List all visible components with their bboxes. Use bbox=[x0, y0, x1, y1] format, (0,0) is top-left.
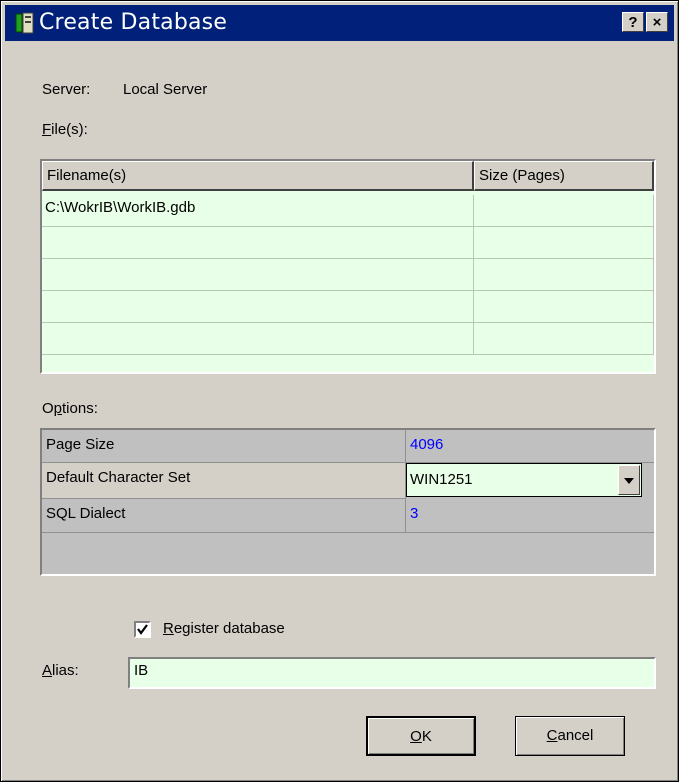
file-cell-name[interactable] bbox=[42, 291, 474, 323]
files-grid[interactable]: Filename(s) Size (Pages) C:\WokrIB\WorkI… bbox=[40, 159, 656, 374]
file-cell-name[interactable] bbox=[42, 323, 474, 355]
column-header-size[interactable]: Size (Pages) bbox=[474, 161, 654, 191]
option-name: Page Size bbox=[42, 430, 406, 463]
ok-button[interactable]: OK bbox=[366, 716, 476, 756]
create-database-dialog: Create Database ? × Server: Local Server… bbox=[0, 0, 679, 782]
option-name: SQL Dialect bbox=[42, 499, 406, 533]
options-grid[interactable]: Page Size 4096 Default Character Set WIN… bbox=[40, 428, 656, 576]
register-database-label[interactable]: Register database bbox=[163, 620, 285, 637]
options-label: Options: bbox=[42, 400, 98, 417]
cancel-button[interactable]: Cancel bbox=[515, 716, 625, 756]
character-set-dropdown[interactable]: WIN1251 bbox=[406, 463, 642, 497]
dropdown-arrow-button[interactable] bbox=[618, 465, 640, 495]
files-label: File(s): bbox=[42, 121, 88, 138]
alias-label: Alias: bbox=[42, 662, 79, 679]
server-label: Server: bbox=[42, 81, 91, 98]
file-cell-size[interactable] bbox=[474, 259, 654, 291]
file-cell-name[interactable] bbox=[42, 259, 474, 291]
option-name: Default Character Set bbox=[42, 463, 406, 499]
server-value: Local Server bbox=[123, 81, 208, 98]
file-cell-size[interactable] bbox=[474, 291, 654, 323]
window-title: Create Database bbox=[39, 10, 228, 35]
file-cell-name[interactable] bbox=[42, 227, 474, 259]
page-size-value[interactable]: 4096 bbox=[406, 430, 654, 463]
help-button[interactable]: ? bbox=[622, 12, 644, 32]
database-app-icon bbox=[15, 12, 34, 34]
close-button[interactable]: × bbox=[646, 12, 668, 32]
alias-input[interactable]: IB bbox=[128, 657, 656, 689]
file-cell-size[interactable] bbox=[474, 227, 654, 259]
chevron-down-icon bbox=[624, 478, 634, 484]
character-set-value: WIN1251 bbox=[410, 471, 473, 488]
sql-dialect-value[interactable]: 3 bbox=[406, 499, 654, 533]
file-cell-size[interactable] bbox=[474, 195, 654, 227]
column-header-filename[interactable]: Filename(s) bbox=[42, 161, 474, 191]
file-cell-name[interactable]: C:\WokrIB\WorkIB.gdb bbox=[42, 195, 474, 227]
title-bar[interactable]: Create Database ? × bbox=[5, 5, 674, 41]
file-cell-size[interactable] bbox=[474, 323, 654, 355]
register-database-checkbox[interactable] bbox=[134, 621, 151, 638]
checkmark-icon bbox=[137, 624, 148, 635]
